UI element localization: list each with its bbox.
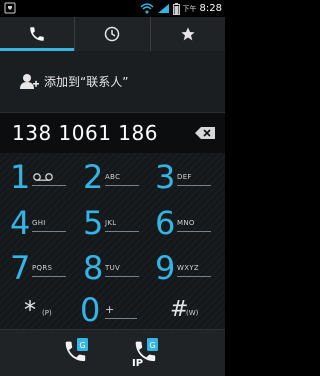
key-3[interactable]: 3 DEF	[155, 158, 217, 196]
dial-keypad: 1 2 ABC 3 DEF 4 GHI 5 JKL 6 MNO 7 PQRS 8…	[0, 153, 225, 329]
clock-icon	[105, 26, 120, 42]
key-3-digit: 3	[155, 158, 176, 196]
key-5-underline	[105, 231, 139, 232]
add-to-contacts-row[interactable]: 添加到“联系人”	[0, 51, 225, 112]
key-3-underline	[177, 185, 211, 186]
key-9-underline	[177, 276, 211, 277]
key-8[interactable]: 8 TUV	[83, 249, 145, 287]
key-6[interactable]: 6 MNO	[155, 204, 217, 242]
key-5-digit: 5	[83, 204, 104, 242]
call-bar: G G IP	[0, 329, 225, 376]
dialed-number[interactable]: 138 1061 186	[12, 121, 158, 145]
tab-call-log[interactable]	[74, 17, 149, 51]
battery-icon	[172, 2, 180, 15]
ip-call-sim-badge: G	[149, 341, 155, 350]
add-contact-icon	[20, 73, 39, 89]
key-2-underline	[105, 185, 139, 186]
key-5[interactable]: 5 JKL	[83, 204, 145, 242]
key-9-digit: 9	[155, 249, 176, 287]
add-to-contacts-label: 添加到“联系人”	[44, 75, 129, 89]
status-ampm: 下午	[182, 4, 197, 13]
key-0-underline	[105, 318, 137, 319]
signal-icon	[157, 4, 169, 13]
tab-dialer[interactable]	[0, 17, 75, 51]
key-9-letters: WXYZ	[177, 264, 199, 272]
key-star-digit: *	[24, 296, 36, 324]
call-sim-badge: G	[79, 341, 85, 350]
key-0[interactable]: 0 +	[80, 291, 142, 329]
key-0-letters: +	[105, 303, 115, 316]
key-2-digit: 2	[83, 158, 104, 196]
key-5-letters: JKL	[105, 219, 117, 227]
key-4-underline	[32, 231, 66, 232]
dial-display: 138 1061 186	[0, 112, 225, 154]
key-9[interactable]: 9 WXYZ	[155, 249, 217, 287]
key-7-digit: 7	[10, 249, 31, 287]
key-4[interactable]: 4 GHI	[10, 204, 72, 242]
phone-icon	[30, 27, 44, 41]
key-8-underline	[105, 276, 139, 277]
tab-favorites[interactable]	[149, 17, 225, 51]
key-7-letters: PQRS	[32, 264, 53, 272]
key-1-underline	[32, 185, 66, 186]
key-8-letters: TUV	[105, 264, 121, 272]
ip-call-button[interactable]: G IP	[130, 336, 164, 370]
wifi-icon	[140, 3, 154, 14]
key-3-letters: DEF	[177, 173, 192, 181]
status-time: 8:28	[199, 3, 222, 14]
voicemail-icon	[33, 173, 53, 181]
status-bar: 下午 8:28	[0, 0, 225, 17]
key-6-digit: 6	[155, 204, 176, 242]
key-8-digit: 8	[83, 249, 104, 287]
key-4-letters: GHI	[32, 219, 46, 227]
key-star[interactable]: * (P)	[10, 291, 72, 329]
key-4-digit: 4	[10, 204, 31, 242]
usb-icon	[4, 2, 16, 14]
key-6-underline	[177, 231, 211, 232]
key-2-letters: ABC	[105, 173, 121, 181]
call-button[interactable]: G	[60, 336, 94, 370]
key-2[interactable]: 2 ABC	[83, 158, 145, 196]
key-star-letters: (P)	[42, 309, 52, 317]
key-hash[interactable]: # (W)	[160, 291, 222, 329]
key-hash-letters: (W)	[186, 309, 199, 317]
ip-label: IP	[132, 358, 144, 369]
key-1-digit: 1	[10, 158, 31, 196]
key-1[interactable]: 1	[10, 158, 72, 196]
dialer-app: 下午 8:28 添加到“联系人” 138 1061 186 1 2 ABC 3 …	[0, 0, 225, 376]
phone-sim-icon: G	[65, 338, 88, 362]
backspace-icon[interactable]	[195, 127, 215, 139]
star-icon	[181, 27, 195, 41]
key-7[interactable]: 7 PQRS	[10, 249, 72, 287]
status-right: 下午 8:28	[140, 1, 222, 16]
key-0-digit: 0	[80, 291, 101, 329]
key-7-underline	[32, 276, 66, 277]
tab-bar	[0, 17, 225, 52]
key-6-letters: MNO	[177, 219, 195, 227]
